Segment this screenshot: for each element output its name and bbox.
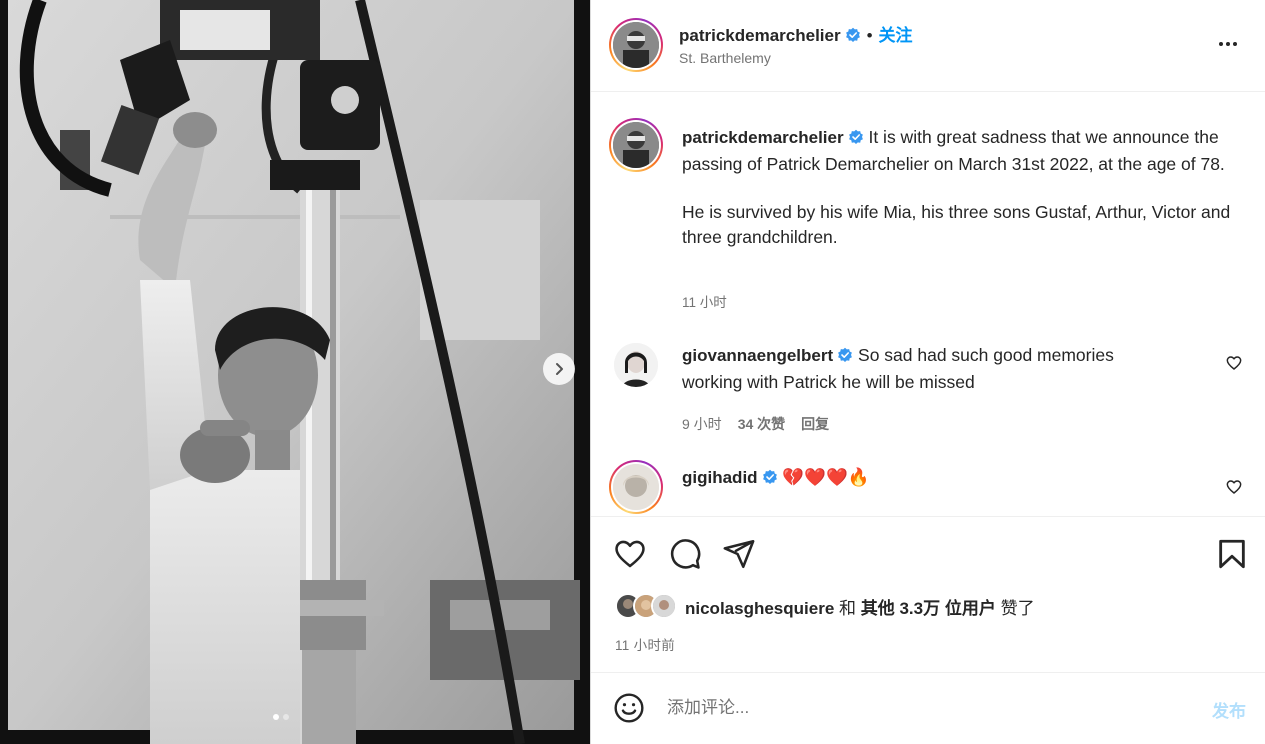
next-slide-button[interactable] bbox=[543, 353, 575, 385]
likes-suffix: 赞了 bbox=[1000, 598, 1035, 618]
post-header: patrickdemarchelier • 关注 St. Barthelemy bbox=[591, 0, 1265, 92]
post-panel: patrickdemarchelier • 关注 St. Barthelemy pa… bbox=[590, 0, 1265, 744]
reply-button[interactable]: 回复 bbox=[801, 414, 829, 434]
comment-button[interactable] bbox=[668, 537, 702, 576]
verified-icon bbox=[837, 345, 853, 370]
emoji-icon bbox=[614, 693, 644, 723]
like-button[interactable] bbox=[613, 537, 647, 576]
comment-likes[interactable]: 34 次赞 bbox=[738, 414, 785, 434]
share-icon bbox=[723, 539, 755, 569]
like-comment-button[interactable] bbox=[1226, 355, 1242, 376]
post-actions: nicolasghesquiere 和 其他 3.3万 位用户 赞了 11 小时… bbox=[591, 516, 1265, 672]
carousel-indicator bbox=[273, 714, 289, 720]
author-username[interactable]: patrickdemarchelier bbox=[679, 26, 841, 45]
more-options-button[interactable] bbox=[1214, 34, 1242, 54]
bookmark-icon bbox=[1219, 539, 1245, 569]
share-button[interactable] bbox=[722, 537, 756, 576]
comment-time[interactable]: 9 小时 bbox=[682, 414, 722, 434]
comment-icon bbox=[670, 539, 701, 569]
post-location[interactable]: St. Barthelemy bbox=[679, 50, 771, 66]
commenter-avatar[interactable] bbox=[609, 460, 663, 514]
caption-avatar[interactable] bbox=[609, 118, 663, 172]
carousel-dot-active bbox=[273, 714, 279, 720]
heart-icon bbox=[1226, 480, 1242, 494]
comment-composer: 发布 bbox=[591, 672, 1265, 744]
chevron-right-icon bbox=[556, 363, 563, 375]
likes-count[interactable]: 其他 3.3万 位用户 bbox=[861, 599, 996, 618]
commenter-avatar[interactable] bbox=[614, 343, 658, 387]
carousel-dot bbox=[283, 714, 289, 720]
post-photo bbox=[0, 0, 590, 744]
author-avatar[interactable] bbox=[609, 18, 663, 72]
comments-section[interactable]: patrickdemarchelier It is with great sad… bbox=[591, 93, 1265, 516]
caption-text-2: He is survived by his wife Mia, his thre… bbox=[682, 202, 1231, 247]
commenter-username[interactable]: giovannaengelbert bbox=[682, 346, 833, 365]
verified-icon bbox=[762, 469, 778, 490]
caption-username[interactable]: patrickdemarchelier bbox=[682, 128, 844, 147]
like-comment-button[interactable] bbox=[1226, 479, 1242, 500]
comment-text: 💔❤️❤️🔥 bbox=[782, 467, 870, 487]
post-media[interactable] bbox=[0, 0, 590, 744]
liker-username[interactable]: nicolasghesquiere bbox=[685, 599, 834, 618]
commenter-username[interactable]: gigihadid bbox=[682, 468, 758, 487]
more-icon bbox=[1219, 42, 1223, 46]
liker-avatar[interactable] bbox=[651, 593, 677, 619]
caption-time[interactable]: 11 小时 bbox=[682, 291, 727, 311]
follow-button[interactable]: 关注 bbox=[879, 26, 913, 45]
heart-icon bbox=[1226, 356, 1242, 370]
post-comment-button[interactable]: 发布 bbox=[1212, 697, 1246, 722]
emoji-button[interactable] bbox=[613, 692, 645, 729]
verified-icon bbox=[848, 127, 864, 152]
post-timestamp[interactable]: 11 小时前 bbox=[615, 634, 675, 654]
save-button[interactable] bbox=[1215, 537, 1249, 576]
separator-dot: • bbox=[866, 26, 873, 45]
comment-input[interactable] bbox=[667, 693, 1167, 723]
likes-and: 和 bbox=[839, 598, 857, 618]
likes-summary: nicolasghesquiere 和 其他 3.3万 位用户 赞了 bbox=[615, 593, 1035, 619]
verified-icon bbox=[845, 27, 861, 48]
heart-icon bbox=[615, 540, 645, 568]
